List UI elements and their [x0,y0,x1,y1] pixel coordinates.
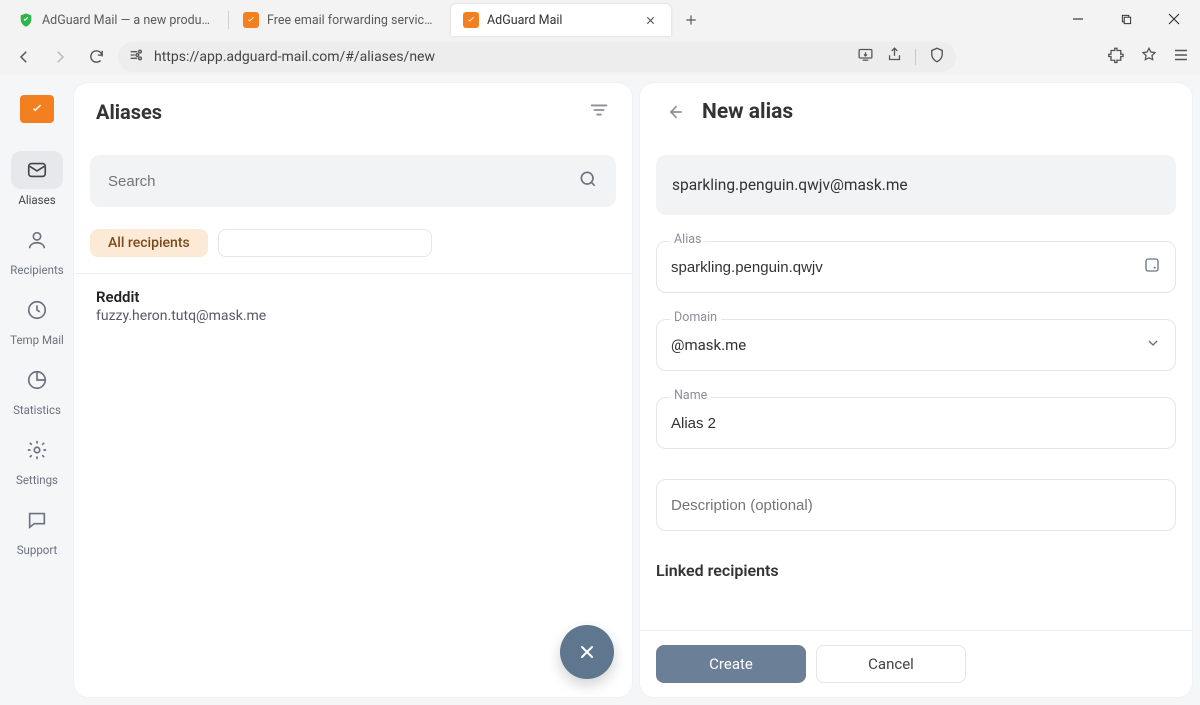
search-input[interactable] [108,173,566,190]
chip-label: All recipients [108,235,190,251]
button-label: Create [709,655,753,673]
menu-icon[interactable] [1172,46,1190,68]
sidebar-item-aliases[interactable]: Aliases [9,151,65,207]
panel-title: New alias [702,100,793,124]
field-label: Alias [670,232,705,247]
alias-email: fuzzy.heron.tutq@mask.me [96,308,610,324]
install-app-icon[interactable] [857,46,874,67]
rewards-icon[interactable] [1140,46,1158,68]
description-input[interactable] [671,497,1161,514]
browser-tab-active[interactable]: AdGuard Mail [451,4,671,36]
sidebar-item-label: Support [17,543,58,557]
forward-button[interactable] [46,43,74,71]
browser-tab[interactable]: Free email forwarding service: aliase [231,4,451,36]
address-bar[interactable]: https://app.adguard-mail.com/#/aliases/n… [118,42,956,72]
panel-title: Aliases [96,100,162,124]
address-bar-row: https://app.adguard-mail.com/#/aliases/n… [0,38,1200,75]
alias-input[interactable] [671,259,1133,276]
adguard-icon [243,12,259,28]
sidebar-item-label: Recipients [10,263,63,277]
filter-chip-empty[interactable] [218,229,432,257]
sidebar: Aliases Recipients Temp Mail Statistics [0,75,74,705]
search-icon[interactable] [578,169,598,193]
chat-icon [11,501,63,539]
site-settings-icon[interactable] [128,47,144,67]
sidebar-item-label: Temp Mail [10,333,64,347]
aliases-panel: Aliases All recipients [74,83,632,697]
alias-email-preview: sparkling.penguin.qwjv@mask.me [656,155,1176,215]
new-tab-button[interactable] [677,6,705,34]
chevron-down-icon [1145,335,1161,355]
regenerate-icon[interactable] [1143,256,1161,278]
button-label: Cancel [868,655,914,673]
sidebar-item-label: Statistics [13,403,61,417]
filter-icon[interactable] [588,99,610,125]
name-input[interactable] [671,415,1161,432]
window-controls [1056,4,1196,34]
alias-list-item[interactable]: Reddit fuzzy.heron.tutq@mask.me [90,274,616,338]
tab-strip: AdGuard Mail — a new product to p Free e… [0,0,1200,38]
description-field [656,479,1176,531]
domain-field: Domain @mask.me [656,319,1176,371]
user-icon [11,221,63,259]
alias-name: Reddit [96,288,610,306]
chart-icon [11,361,63,399]
new-alias-panel: New alias sparkling.penguin.qwjv@mask.me… [640,83,1192,697]
sidebar-item-settings[interactable]: Settings [9,431,65,487]
close-fab-button[interactable] [560,625,614,679]
app-logo[interactable] [20,95,54,123]
tab-title: AdGuard Mail [487,13,562,28]
action-row: Create Cancel [640,630,1192,697]
separator [915,49,916,65]
brave-shields-icon[interactable] [928,46,946,68]
alias-field: Alias [656,241,1176,293]
sidebar-item-recipients[interactable]: Recipients [9,221,65,277]
linked-recipients-title: Linked recipients [656,561,1176,580]
sidebar-item-tempmail[interactable]: Temp Mail [9,291,65,347]
sidebar-item-label: Aliases [18,193,55,207]
minimize-button[interactable] [1056,4,1100,34]
close-window-button[interactable] [1152,4,1196,34]
domain-value: @mask.me [671,336,746,354]
reload-button[interactable] [82,43,110,71]
sidebar-item-statistics[interactable]: Statistics [9,361,65,417]
shield-icon [18,12,34,28]
maximize-button[interactable] [1104,4,1148,34]
search-field[interactable] [90,155,616,207]
close-tab-button[interactable] [641,11,659,29]
tab-title: AdGuard Mail — a new product to p [42,13,214,28]
tab-title: Free email forwarding service: aliase [267,13,439,28]
gear-icon [11,431,63,469]
tab-separator [228,11,229,29]
back-button[interactable] [10,43,38,71]
share-icon[interactable] [886,46,903,67]
sidebar-item-label: Settings [16,473,58,487]
toolbar-right [1108,46,1190,68]
mail-icon [11,151,63,189]
extensions-icon[interactable] [1108,46,1126,68]
create-button[interactable]: Create [656,645,806,683]
recipients-filter-chip[interactable]: All recipients [90,229,208,257]
field-label: Name [670,388,711,403]
domain-select[interactable]: @mask.me [656,319,1176,371]
name-field: Name [656,397,1176,449]
back-arrow-button[interactable] [662,99,688,125]
browser-tab[interactable]: AdGuard Mail — a new product to p [6,4,226,36]
field-label: Domain [670,310,721,325]
clock-icon [11,291,63,329]
sidebar-item-support[interactable]: Support [9,501,65,557]
url-text: https://app.adguard-mail.com/#/aliases/n… [154,49,847,65]
adguard-icon [463,12,479,28]
cancel-button[interactable]: Cancel [816,645,966,683]
preview-email-text: sparkling.penguin.qwjv@mask.me [672,176,908,194]
